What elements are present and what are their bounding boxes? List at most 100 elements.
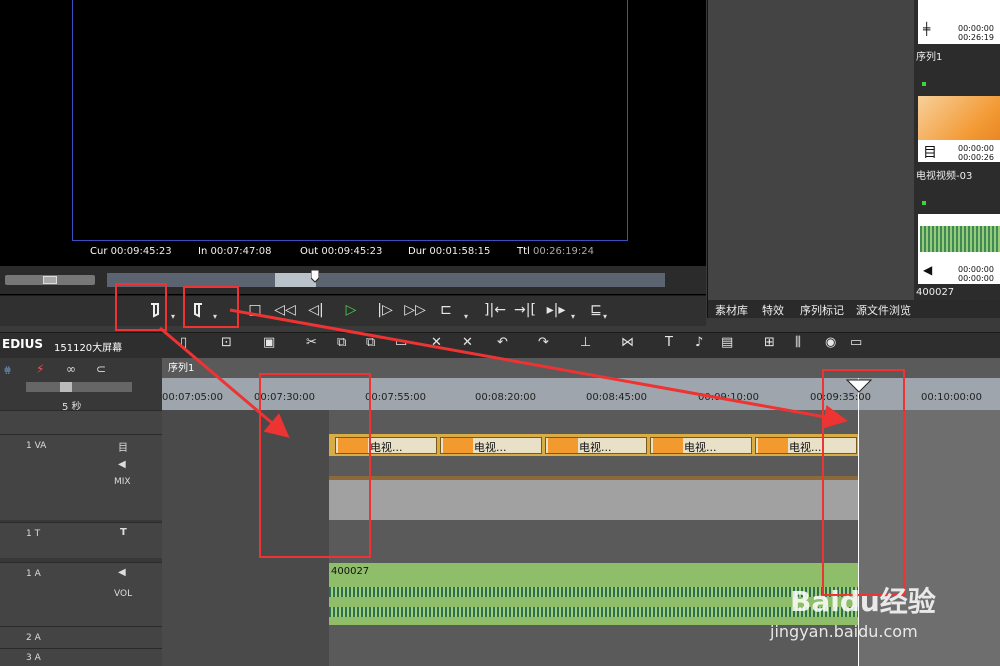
position-bar[interactable] [107, 273, 665, 287]
title-track-icon: T [120, 527, 127, 538]
track-mode: VOL [114, 589, 133, 599]
cur-value: 00:09:45:23 [110, 246, 172, 257]
sync-lock-icon[interactable]: ⊥ [580, 335, 591, 350]
stop-icon[interactable]: □ [242, 298, 268, 322]
video-clip-label: 电视... [579, 441, 612, 454]
app-title: EDIUS [2, 337, 44, 351]
step-forward-icon[interactable]: |▷ [372, 298, 398, 322]
track-mode: MIX [114, 477, 131, 487]
playhead-marker-icon[interactable] [311, 270, 319, 284]
folder-area [708, 0, 914, 300]
ruler-label: 00:08:45:00 [586, 392, 648, 403]
chevron-down-icon[interactable]: ▾ [603, 312, 607, 321]
in-label: In [198, 246, 208, 257]
status-dot [922, 82, 926, 86]
grid-icon[interactable]: ⊞ [764, 335, 775, 350]
microphone-icon[interactable]: ♪ [695, 335, 703, 350]
chevron-down-icon[interactable]: ▾ [571, 312, 575, 321]
transition-icon[interactable]: ⋈ [621, 335, 634, 350]
track-name: 1 T [26, 529, 41, 539]
bin-clip-name: 序列1 [916, 52, 943, 63]
video-clip-label: 电视... [474, 441, 507, 454]
copy-icon[interactable]: ⧉ [337, 335, 346, 350]
jog-handle[interactable] [43, 276, 57, 284]
dur-value: 00:01:58:15 [429, 246, 491, 257]
track-header-a2[interactable]: 2 A [0, 626, 162, 648]
watermark-brand: Baidu经验 [790, 585, 936, 618]
bin-clip-name: 400027 [916, 287, 955, 298]
sequence-icon: ╪ [923, 22, 931, 36]
ruler-label: 00:10:00:00 [921, 392, 983, 403]
open-icon[interactable]: ⊡ [221, 335, 232, 350]
trim-icon[interactable]: ▸|▸ [543, 298, 569, 322]
ttl-timecode: Ttl 00:26:19:24 [517, 246, 594, 257]
overwrite-icon[interactable]: →|[ [512, 298, 538, 322]
play-icon[interactable]: ▷ [338, 298, 364, 322]
fast-forward-icon[interactable]: ▷▷ [402, 298, 428, 322]
track-name: 3 A [26, 653, 41, 663]
render-icon[interactable]: ▤ [721, 335, 733, 350]
mix-lane[interactable] [329, 476, 859, 520]
in-out-range [275, 273, 316, 287]
track-header-a3[interactable]: 3 A [0, 648, 162, 666]
dur-timecode: Dur 00:01:58:15 [408, 246, 490, 257]
tab-bin[interactable]: 素材库 [715, 302, 748, 318]
rewind-icon[interactable]: ◁◁ [272, 298, 298, 322]
chevron-down-icon[interactable]: ▾ [171, 312, 175, 321]
dur-label: Dur [408, 246, 427, 257]
track-tool-icon[interactable]: ⩷ [4, 362, 11, 377]
video-thumb [443, 438, 473, 453]
track-header-a1[interactable]: 1 A VOL ◀ [0, 562, 162, 626]
zoom-handle[interactable] [60, 382, 72, 392]
audio-waveform [329, 607, 859, 617]
in-value: 00:07:47:08 [210, 246, 272, 257]
link-icon[interactable]: ∞ [66, 362, 76, 376]
new-icon[interactable]: ▯ [180, 335, 187, 350]
replace-icon[interactable]: ▭ [395, 335, 407, 350]
speaker-icon[interactable]: ◀ [118, 567, 126, 578]
paste-icon[interactable]: ⧉ [366, 335, 375, 350]
highlight-box [115, 283, 167, 331]
title-icon[interactable]: T [665, 335, 673, 350]
color-wheel-icon[interactable]: ◉ [825, 335, 836, 350]
tab-effects[interactable]: 特效 [762, 302, 784, 318]
ruler-label: 00:07:05:00 [162, 392, 224, 403]
redo-icon[interactable]: ↷ [538, 335, 549, 350]
video-thumb [548, 438, 578, 453]
cur-label: Cur [90, 246, 108, 257]
track-name: 2 A [26, 633, 41, 643]
bin-clip-name: 电视视频-03 [916, 171, 973, 182]
loop-icon[interactable]: ⊏ [433, 298, 459, 322]
undo-icon[interactable]: ↶ [497, 335, 508, 350]
zoom-slider[interactable] [26, 382, 132, 392]
insert-icon[interactable]: ]|← [482, 298, 508, 322]
layout-icon[interactable]: ▭ [850, 335, 862, 350]
video-icon[interactable]: 目 [118, 439, 128, 454]
ruler-label: 00:08:20:00 [475, 392, 537, 403]
sequence-tab[interactable]: 序列1 [165, 361, 206, 377]
ripple-delete-icon[interactable]: ✕ [462, 335, 473, 350]
video-clip-icon: 目 [923, 145, 937, 161]
mix-line[interactable] [329, 476, 859, 480]
sync-icon[interactable]: ⊂ [96, 362, 106, 376]
mixer-icon[interactable]: ⫼ [795, 335, 801, 350]
bin-clip-timecode: 00:00:00 00:26:19 [958, 24, 994, 42]
save-icon[interactable]: ▣ [263, 335, 275, 350]
audio-clip-label: 400027 [331, 566, 370, 577]
video-clip-label: 电视... [370, 441, 403, 454]
audio-waveform [329, 587, 859, 597]
tab-sequence-markers[interactable]: 序列标记 [800, 302, 844, 318]
tab-source-browser[interactable]: 源文件浏览 [856, 302, 911, 318]
step-back-icon[interactable]: ◁| [303, 298, 329, 322]
highlight-box [183, 286, 239, 328]
cut-icon[interactable]: ✂ [306, 335, 317, 350]
video-clip-label: 电视... [789, 441, 822, 454]
delete-icon[interactable]: ✕ [431, 335, 442, 350]
track-header-t[interactable]: 1 T T [0, 522, 162, 558]
speaker-icon[interactable]: ◀ [118, 459, 126, 470]
track-header-va[interactable]: 1 VA MIX 目 ◀ [0, 434, 162, 520]
speaker-icon: ◀ [923, 263, 933, 277]
panel-tabs [708, 300, 1000, 318]
chevron-down-icon[interactable]: ▾ [464, 312, 468, 321]
magnet-icon[interactable]: ⚡ [36, 362, 44, 376]
